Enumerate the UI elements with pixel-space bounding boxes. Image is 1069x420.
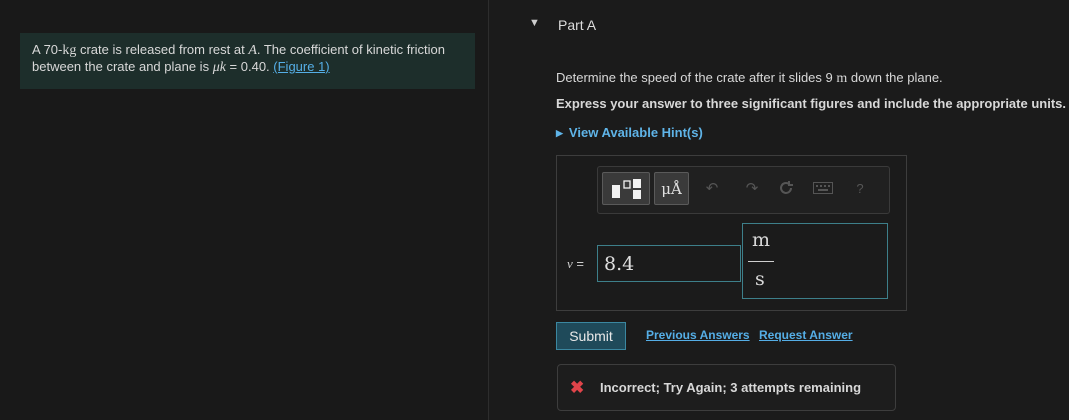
part-title: Part A <box>558 17 597 33</box>
undo-icon[interactable]: ↶ <box>702 178 722 198</box>
figure-link[interactable]: (Figure 1) <box>273 59 329 74</box>
feedback-text: Incorrect; Try Again; 3 attempts remaini… <box>600 380 862 395</box>
point-label: A <box>248 43 257 58</box>
help-icon[interactable]: ? <box>850 178 870 198</box>
equals-sign: = <box>572 256 584 271</box>
x-icon: ✖ <box>570 378 585 397</box>
keyboard-icon[interactable] <box>812 178 834 198</box>
redo-icon[interactable]: ↷ <box>742 178 762 198</box>
mass-unit: kg <box>62 43 77 58</box>
friction-symbol: μk <box>212 60 226 75</box>
problem-statement: A 70-kg crate is released from rest at A… <box>20 33 475 89</box>
question-text: Determine the speed of the crate after i… <box>556 70 943 87</box>
distance-unit: m <box>836 71 848 86</box>
view-hints-link[interactable]: ▶ View Available Hint(s) <box>556 125 703 140</box>
template-button[interactable] <box>602 172 650 205</box>
unit-denominator: s <box>755 268 765 290</box>
fraction-bar <box>748 261 774 262</box>
question-text-part: down the plane. <box>847 70 943 85</box>
hint-label: View Available Hint(s) <box>568 125 703 140</box>
instruction-text: Express your answer to three significant… <box>556 96 1066 111</box>
problem-text: = 0.40. <box>225 59 274 74</box>
triangle-right-icon: ▶ <box>556 128 563 138</box>
answer-value-input[interactable] <box>597 245 741 282</box>
submit-button[interactable]: Submit <box>556 322 626 350</box>
units-button[interactable]: μÅ <box>654 172 689 205</box>
unit-numerator: m <box>752 229 771 251</box>
reset-icon[interactable] <box>776 178 796 198</box>
template-icon <box>612 178 641 199</box>
variable-label: v = <box>567 256 584 272</box>
previous-answers-link[interactable]: Previous Answers <box>646 328 750 342</box>
problem-text: crate is released from rest at <box>76 42 249 57</box>
collapse-triangle-icon[interactable]: ▼ <box>529 17 540 29</box>
problem-text: A 70- <box>32 42 63 57</box>
request-answer-link[interactable]: Request Answer <box>759 328 853 342</box>
question-text-part: Determine the speed of the crate after i… <box>556 70 837 85</box>
